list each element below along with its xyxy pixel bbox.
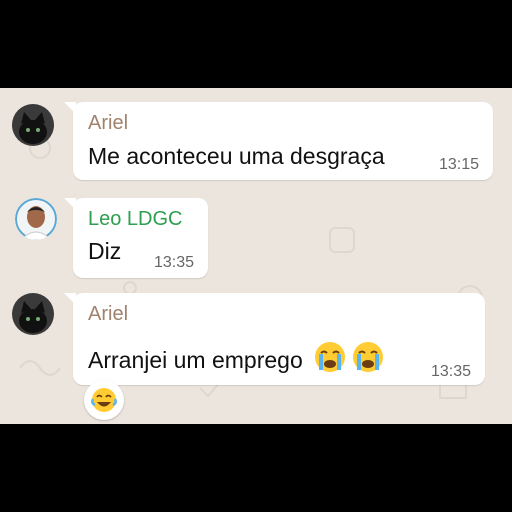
face-with-tears-of-joy-icon	[91, 388, 117, 412]
loudly-crying-face-icon	[353, 342, 384, 372]
black-cat-avatar-icon	[12, 104, 54, 146]
message-time: 13:15	[438, 156, 479, 173]
avatar-ariel[interactable]	[12, 104, 54, 146]
loudly-crying-face-icon	[315, 342, 346, 372]
avatar-leo[interactable]	[15, 198, 57, 240]
message-time: 13:35	[430, 363, 471, 380]
message-bubble[interactable]: Leo LDGC Diz 13:35	[64, 198, 208, 278]
message-bubble[interactable]: Ariel Arranjei um emprego 13:35	[64, 293, 485, 385]
reaction-badge[interactable]	[84, 380, 124, 420]
message-text: Me aconteceu uma desgraça	[88, 143, 385, 169]
chat-area[interactable]: Ariel Me aconteceu uma desgraça 13:15 Le…	[0, 88, 512, 424]
person-avatar-icon	[15, 198, 57, 240]
message-text: Diz	[88, 238, 122, 264]
message-time: 13:35	[153, 254, 194, 271]
message-bubble[interactable]: Ariel Me aconteceu uma desgraça 13:15	[64, 102, 493, 180]
sender-name[interactable]: Leo LDGC	[88, 208, 183, 231]
sender-name[interactable]: Ariel	[88, 303, 128, 326]
black-cat-avatar-icon	[12, 293, 54, 335]
avatar-ariel[interactable]	[12, 293, 54, 335]
message-text: Arranjei um emprego	[88, 340, 385, 374]
sender-name[interactable]: Ariel	[88, 112, 128, 135]
message-text-content: Arranjei um emprego	[88, 347, 303, 373]
